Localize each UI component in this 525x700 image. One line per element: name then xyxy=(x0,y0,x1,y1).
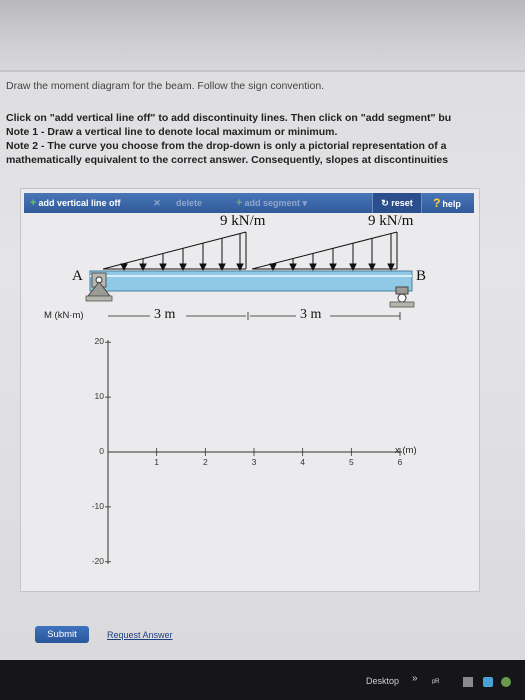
span-dimension-line xyxy=(108,312,401,320)
y-tick-label: -20 xyxy=(91,555,104,566)
support-label-a: A xyxy=(72,268,83,284)
x-tick-label: 3 xyxy=(251,457,257,467)
distributed-load-left xyxy=(102,231,247,272)
beam-and-moment-graph xyxy=(85,231,415,564)
load-label-right: 9 kN/m xyxy=(368,213,414,229)
y-tick-label: 20 xyxy=(94,336,104,347)
request-answer-link[interactable]: Request Answer xyxy=(107,630,173,640)
x-tick-label: 5 xyxy=(348,457,354,467)
x-tick-label: 6 xyxy=(397,457,403,467)
x-tick-label: 2 xyxy=(202,457,208,467)
y-tick-label: -10 xyxy=(91,500,104,511)
submit-button[interactable]: Submit xyxy=(35,626,89,643)
taskbar-desktop-label[interactable]: Desktop xyxy=(366,676,399,686)
x-tick-label: 4 xyxy=(300,457,306,467)
x-axis-label: x (m) xyxy=(395,445,417,456)
y-tick-label: 10 xyxy=(94,391,104,402)
network-icon[interactable] xyxy=(501,677,511,687)
distributed-load-right xyxy=(251,231,398,272)
y-axis-label: M (kN·m) xyxy=(44,310,84,321)
span-label-left: 3 m xyxy=(154,307,176,322)
taskbar xyxy=(0,660,525,700)
load-label-left: 9 kN/m xyxy=(220,213,266,229)
moment-graph-axes xyxy=(105,340,402,564)
app-icon[interactable] xyxy=(483,677,493,687)
keyboard-icon[interactable] xyxy=(463,677,473,687)
support-label-b: B xyxy=(416,268,427,284)
people-icon[interactable]: ᵖᴿ xyxy=(432,677,442,687)
browser-screen: Draw the moment diagram for the beam. Fo… xyxy=(0,0,525,660)
beam xyxy=(89,270,413,292)
chevron-right-icon[interactable]: » xyxy=(412,673,418,684)
span-label-right: 3 m xyxy=(300,307,322,322)
x-tick-label: 1 xyxy=(154,457,160,467)
y-tick-label: 0 xyxy=(99,446,104,456)
